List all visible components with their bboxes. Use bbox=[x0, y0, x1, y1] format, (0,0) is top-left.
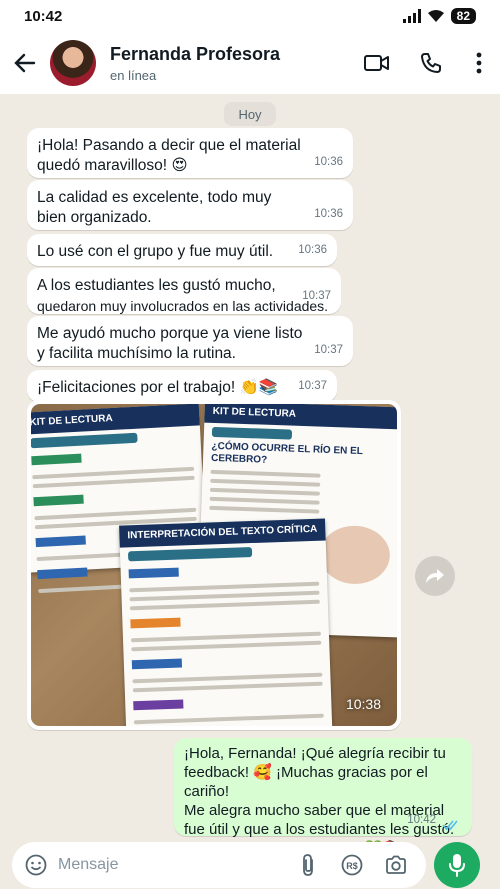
status-icons: 82 bbox=[402, 8, 476, 24]
voice-message-button[interactable] bbox=[434, 842, 480, 888]
chat-area[interactable]: Hoy ¡Hola! Pasando a decir que el materi… bbox=[0, 94, 500, 857]
section-tag bbox=[131, 658, 183, 670]
message-time: 10:37 bbox=[302, 290, 331, 302]
svg-text:R$: R$ bbox=[346, 861, 358, 871]
camera-button[interactable] bbox=[374, 847, 418, 883]
video-call-icon bbox=[364, 55, 389, 71]
incoming-message[interactable]: A los estudiantes les gustó mucho, queda… bbox=[27, 268, 341, 314]
avatar[interactable] bbox=[50, 40, 96, 86]
section-tag bbox=[133, 699, 184, 711]
attach-icon bbox=[303, 854, 313, 876]
mic-icon bbox=[449, 854, 465, 877]
text-line bbox=[131, 640, 322, 652]
back-arrow-icon bbox=[14, 53, 36, 73]
unit-bar bbox=[127, 547, 252, 562]
text-line bbox=[132, 681, 323, 693]
outgoing-message[interactable]: ¡Hola, Fernanda! ¡Qué alegría recibir tu… bbox=[174, 738, 472, 857]
message-text: Me ayudó mucho porque ya viene listo bbox=[37, 325, 303, 342]
section-tag bbox=[128, 567, 179, 579]
message-text: quedó maravilloso! 😍 bbox=[37, 157, 188, 174]
incoming-message[interactable]: Lo usé con el grupo y fue muy útil. 10:3… bbox=[27, 234, 337, 266]
image-time: 10:38 bbox=[345, 696, 381, 712]
status-bar: 10:42 82 bbox=[0, 0, 500, 32]
brain-illustration bbox=[318, 524, 391, 586]
video-call-button[interactable] bbox=[350, 40, 404, 86]
section-tag bbox=[130, 617, 181, 629]
text-line bbox=[133, 713, 324, 725]
text-line bbox=[129, 599, 320, 611]
message-text: ¡Hola! Pasando a decir que el material bbox=[37, 137, 301, 154]
incoming-message[interactable]: ¡Hola! Pasando a decir que el material q… bbox=[27, 128, 353, 178]
phone-call-button[interactable] bbox=[404, 40, 458, 86]
incoming-message[interactable]: Me ayudó mucho porque ya viene listo y f… bbox=[27, 316, 353, 366]
unit-bar bbox=[211, 426, 293, 440]
worksheet-heading: ¿CÓMO OCURRE EL RÍO EN EL CEREBRO? bbox=[210, 440, 363, 466]
message-text: Lo usé con el grupo y fue muy útil. bbox=[37, 243, 274, 260]
battery-indicator: 82 bbox=[450, 8, 476, 24]
message-time: 10:36 bbox=[314, 156, 343, 168]
section-tag bbox=[35, 535, 86, 548]
status-time: 10:42 bbox=[24, 7, 63, 25]
message-text: feedback! 🥰 ¡Muchas gracias por el cariñ… bbox=[184, 764, 428, 800]
message-time: 10:36 bbox=[314, 208, 343, 220]
message-text: bien organizado. bbox=[37, 209, 152, 226]
wifi-icon bbox=[427, 10, 444, 22]
incoming-message[interactable]: La calidad es excelente, todo muy bien o… bbox=[27, 180, 353, 230]
more-options-button[interactable] bbox=[458, 40, 500, 86]
phone-icon bbox=[421, 53, 441, 73]
contact-status: en línea bbox=[110, 67, 157, 83]
message-text: quedaron muy involucrados en las activid… bbox=[37, 298, 329, 314]
more-options-icon bbox=[476, 52, 482, 74]
section-tag bbox=[33, 494, 84, 507]
incoming-message[interactable]: ¡Felicitaciones por el trabajo! 👏📚 10:37 bbox=[27, 370, 337, 402]
message-text: La calidad es excelente, todo muy bbox=[37, 189, 272, 206]
contact-info[interactable]: Fernanda Profesora en línea bbox=[110, 44, 350, 83]
message-composer: R$ bbox=[12, 842, 426, 888]
message-time: 10:36 bbox=[298, 244, 327, 256]
date-chip: Hoy bbox=[224, 102, 276, 126]
message-time: 10:37 bbox=[314, 344, 343, 356]
unit-bar bbox=[31, 432, 138, 449]
contact-name: Fernanda Profesora bbox=[110, 43, 281, 64]
message-input[interactable] bbox=[58, 856, 286, 874]
forward-button[interactable] bbox=[415, 556, 455, 596]
worksheet-photo[interactable]: KIT DE LECTURA KIT DE LECTURA ¿CÓMO OCUR… bbox=[31, 404, 397, 726]
message-time: 10:37 bbox=[298, 380, 327, 392]
emoji-button[interactable] bbox=[20, 849, 52, 881]
worksheet-title: KIT DE LECTURA bbox=[31, 404, 200, 435]
emoji-icon bbox=[25, 854, 47, 876]
read-ticks-icon bbox=[442, 820, 458, 831]
section-tag bbox=[37, 567, 88, 580]
payment-icon: R$ bbox=[341, 854, 363, 876]
attach-button[interactable] bbox=[286, 847, 330, 883]
message-text: ¡Felicitaciones por el trabajo! 👏📚 bbox=[37, 379, 279, 396]
section-tag bbox=[31, 453, 82, 466]
text-line bbox=[209, 487, 320, 496]
text-line bbox=[210, 478, 321, 487]
worksheet-title: KIT DE LECTURA bbox=[204, 404, 397, 430]
text-line bbox=[209, 505, 320, 514]
message-text: A los estudiantes les gustó mucho, bbox=[37, 277, 276, 294]
image-message[interactable]: KIT DE LECTURA KIT DE LECTURA ¿CÓMO OCUR… bbox=[27, 400, 401, 730]
text-line bbox=[210, 469, 321, 478]
back-button[interactable] bbox=[2, 40, 48, 86]
message-time: 10:42 bbox=[407, 814, 436, 826]
camera-icon bbox=[386, 855, 406, 874]
message-text: y facilita muchísimo la rutina. bbox=[37, 345, 236, 362]
message-text: ¡Hola, Fernanda! ¡Qué alegría recibir tu bbox=[184, 745, 446, 762]
signal-icon bbox=[402, 9, 421, 23]
chat-header: Fernanda Profesora en línea bbox=[0, 32, 500, 94]
text-line bbox=[209, 496, 320, 505]
forward-icon bbox=[426, 569, 444, 583]
worksheet-front: INTERPRETACIÓN DEL TEXTO CRÍTICA bbox=[119, 518, 333, 726]
payment-button[interactable]: R$ bbox=[330, 847, 374, 883]
